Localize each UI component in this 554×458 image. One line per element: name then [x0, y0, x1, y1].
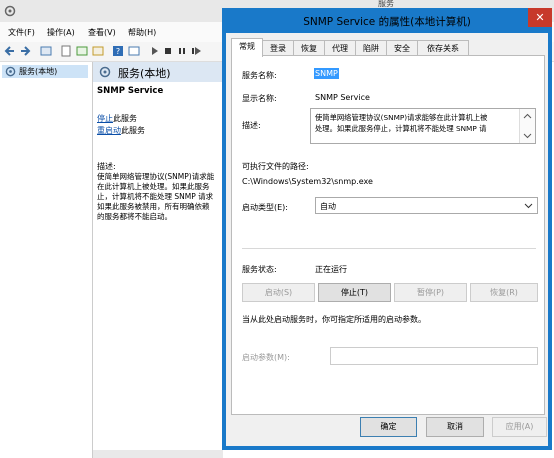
pause-button[interactable]: 暂停(P)	[394, 283, 467, 302]
scroll-up-icon[interactable]	[523, 112, 532, 121]
dialog-title: SNMP Service 的属性(本地计算机)	[303, 16, 471, 28]
stop-service-icon[interactable]	[162, 45, 174, 57]
properties-icon[interactable]	[60, 45, 72, 57]
startup-type-label: 启动类型(E):	[242, 203, 288, 212]
tab-traps[interactable]: 陷阱	[355, 40, 387, 56]
detail-pane-title: 服务(本地)	[118, 67, 171, 80]
tab-agent[interactable]: 代理	[324, 40, 356, 56]
exe-path-label: 可执行文件的路径:	[242, 162, 309, 171]
description-text: 使简单网络管理协议(SNMP)请求能够在此计算机上被 处理。如果此服务停止，计算…	[315, 113, 488, 133]
close-button[interactable]: ✕	[528, 8, 552, 27]
restart-service-link[interactable]: 重启动	[97, 126, 121, 135]
help-icon[interactable]: ?	[112, 45, 124, 57]
description-label: 描述:	[97, 162, 116, 171]
start-parameters-hint: 当从此处启动服务时，你可指定所适用的启动参数。	[242, 315, 426, 324]
stop-button[interactable]: 停止(T)	[318, 283, 391, 302]
forward-icon[interactable]	[19, 45, 31, 57]
service-detail-panel: SNMP Service 停止此服务 重启动此服务 描述: 使简单网络管理协议(…	[93, 82, 223, 458]
services-app-icon	[4, 5, 16, 17]
resume-button[interactable]: 恢复(R)	[470, 283, 538, 302]
start-button[interactable]: 启动(S)	[242, 283, 315, 302]
back-icon[interactable]	[4, 45, 16, 57]
service-description-text: 使简单网络管理协议(SNMP)请求能 在此计算机上被处理。如果此服务 止，计算机…	[97, 172, 215, 221]
tree-item-services-local[interactable]: 服务(本地)	[2, 65, 88, 78]
description-field-label: 描述:	[242, 121, 261, 130]
menu-action[interactable]: 操作(A)	[47, 27, 75, 38]
dialog-titlebar[interactable]: SNMP Service 的属性(本地计算机)	[222, 8, 552, 33]
console-icon[interactable]	[128, 45, 140, 57]
tab-logon[interactable]: 登录	[262, 40, 294, 56]
startup-type-select[interactable]: 自动	[315, 197, 538, 214]
detail-pane-header: 服务(本地)	[93, 62, 223, 82]
apply-button[interactable]: 应用(A)	[492, 417, 547, 437]
dialog-body: 常规 登录 恢复 代理 陷阱 安全 依存关系 服务名称: SNMP 显示名称: …	[226, 33, 548, 446]
pause-service-icon[interactable]	[176, 45, 188, 57]
selected-service-name: SNMP Service	[97, 86, 164, 96]
divider	[242, 248, 536, 249]
menu-file[interactable]: 文件(F)	[8, 27, 35, 38]
export-icon[interactable]	[92, 45, 104, 57]
restart-service-line: 重启动此服务	[97, 125, 145, 136]
svg-text:?: ?	[116, 47, 120, 56]
detail-pane-footer	[93, 450, 223, 458]
stop-service-suffix: 此服务	[113, 114, 137, 123]
startup-type-value: 自动	[320, 202, 336, 211]
tree-item-label: 服务(本地)	[19, 67, 58, 76]
start-parameters-input[interactable]	[330, 347, 538, 365]
exe-path-value: C:\Windows\System32\snmp.exe	[242, 177, 373, 186]
general-tab-panel: 服务名称: SNMP 显示名称: SNMP Service 描述: 使简单网络管…	[231, 55, 545, 415]
start-service-icon[interactable]	[148, 45, 160, 57]
stop-service-link[interactable]: 停止	[97, 114, 113, 123]
console-tree: 服务(本地)	[0, 62, 93, 458]
services-header-icon	[99, 66, 111, 78]
show-hide-tree-icon[interactable]	[40, 45, 52, 57]
service-status-label: 服务状态:	[242, 265, 277, 274]
close-icon: ✕	[535, 11, 545, 24]
services-tree-icon	[5, 66, 16, 77]
start-parameters-label: 启动参数(M):	[242, 353, 290, 362]
menu-view[interactable]: 查看(V)	[88, 27, 116, 38]
scroll-down-icon[interactable]	[523, 131, 532, 140]
service-name-label: 服务名称:	[242, 71, 277, 80]
menu-help[interactable]: 帮助(H)	[128, 27, 156, 38]
tab-general[interactable]: 常规	[231, 38, 263, 57]
service-status-value: 正在运行	[315, 265, 347, 274]
restart-service-suffix: 此服务	[121, 126, 145, 135]
tab-recovery[interactable]: 恢复	[293, 40, 325, 56]
tab-security[interactable]: 安全	[386, 40, 418, 56]
stop-service-line: 停止此服务	[97, 113, 137, 124]
restart-service-icon[interactable]	[190, 45, 202, 57]
service-name-value[interactable]: SNMP	[314, 68, 339, 79]
ok-button[interactable]: 确定	[360, 417, 417, 437]
refresh-icon[interactable]	[76, 45, 88, 57]
chevron-down-icon	[524, 203, 533, 209]
description-scrollbar[interactable]	[519, 109, 535, 143]
tab-dependencies[interactable]: 依存关系	[417, 40, 469, 56]
cancel-button[interactable]: 取消	[426, 417, 484, 437]
display-name-label: 显示名称:	[242, 94, 277, 103]
display-name-value[interactable]: SNMP Service	[315, 93, 370, 102]
description-textbox[interactable]: 使简单网络管理协议(SNMP)请求能够在此计算机上被 处理。如果此服务停止，计算…	[310, 108, 536, 144]
properties-dialog: SNMP Service 的属性(本地计算机) ✕ 常规 登录 恢复 代理 陷阱…	[222, 8, 552, 450]
